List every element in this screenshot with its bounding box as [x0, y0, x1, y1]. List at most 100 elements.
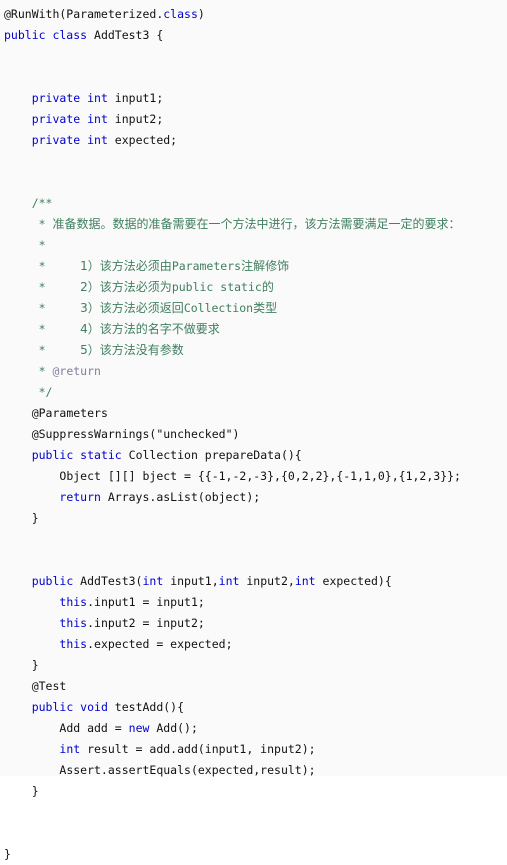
code-token-kw: private int — [31, 91, 115, 105]
code-token-comment: * — [31, 343, 81, 357]
code-token-plain: input1, — [170, 574, 219, 588]
code-token-plain: .input2 = input2; — [87, 616, 205, 630]
code-line: * 2）该方法必须为public static的 — [0, 277, 507, 298]
code-token-cjk-mono: Collection — [183, 301, 254, 315]
code-token-doctag: @return — [52, 364, 101, 378]
code-token-kw: public — [31, 574, 81, 588]
code-token-comment: * — [31, 217, 53, 231]
code-token-cjk: 3）该方法必须返回 — [80, 301, 184, 315]
code-token-cjk: 5）该方法没有参数 — [80, 343, 184, 357]
code-line: this.input2 = input2; — [0, 613, 507, 634]
code-token-kw: this — [59, 595, 88, 609]
code-line: * 4）该方法的名字不做要求 — [0, 319, 507, 340]
code-line: public static Collection prepareData(){ — [0, 445, 507, 466]
code-token-comment: /** — [31, 196, 53, 210]
code-line: * @return — [0, 361, 507, 382]
code-line: @Test — [0, 676, 507, 697]
code-line: return Arrays.asList(object); — [0, 487, 507, 508]
code-token-plain: Collection prepareData(){ — [128, 448, 302, 462]
code-token-cjk: 类型 — [253, 301, 278, 315]
code-token-anno: @Parameters — [31, 406, 108, 420]
code-line: this.expected = expected; — [0, 634, 507, 655]
code-line: private int input1; — [0, 88, 507, 109]
code-token-anno: @SuppressWarnings("unchecked") — [31, 427, 240, 441]
code-line: * — [0, 235, 507, 256]
code-line: @RunWith(Parameterized.class) — [0, 4, 507, 25]
code-line: private int expected; — [0, 130, 507, 151]
code-token-plain: expected){ — [322, 574, 392, 588]
code-token-plain: .expected = expected; — [87, 637, 233, 651]
code-line: this.input1 = input1; — [0, 592, 507, 613]
code-token-kw: private int — [31, 133, 115, 147]
code-token-plain: } — [31, 511, 39, 525]
code-token-plain: AddTest3( — [80, 574, 143, 588]
code-token-kw: int — [294, 574, 323, 588]
code-token-plain: Add(); — [156, 721, 198, 735]
code-token-plain: Assert.assertEquals(expected,result); — [59, 763, 316, 777]
code-token-plain: Add add = — [59, 721, 129, 735]
code-token-comment: * — [31, 259, 81, 273]
code-token-plain: .input1 = input1; — [87, 595, 205, 609]
code-line: * 1）该方法必须由Parameters注解修饰 — [0, 256, 507, 277]
code-token-plain: Object [][] bject = {{-1,-2,-3},{0,2,2},… — [59, 469, 461, 483]
code-line: } — [0, 655, 507, 676]
code-line: private int input2; — [0, 109, 507, 130]
code-token-kw: return — [59, 490, 108, 504]
code-token-comment: * — [31, 280, 81, 294]
code-token-kw: public class — [4, 28, 95, 42]
code-token-kw: private int — [31, 112, 115, 126]
code-line: } — [0, 508, 507, 529]
code-token-cjk: 准备数据。数据的准备需要在一个方法中进行，该方法需要满足一定的要求： — [52, 217, 461, 231]
code-token-comment: * — [31, 322, 81, 336]
code-editor-view[interactable]: @RunWith(Parameterized.class) public clas… — [0, 0, 507, 861]
code-token-kw: int — [218, 574, 247, 588]
code-token-plain: @RunWith(Parameterized. — [4, 7, 164, 21]
code-token-plain: result = add.add(input1, input2); — [87, 742, 316, 756]
code-token-anno: @Test — [31, 679, 67, 693]
code-line: * 准备数据。数据的准备需要在一个方法中进行，该方法需要满足一定的要求： — [0, 214, 507, 235]
code-token-cjk: 注解修饰 — [241, 259, 290, 273]
code-line: * 3）该方法必须返回Collection类型 — [0, 298, 507, 319]
code-token-kw: int — [142, 574, 171, 588]
code-token-kw: this — [59, 637, 88, 651]
code-token-plain: } — [31, 658, 39, 672]
code-token-comment: * — [31, 364, 53, 378]
code-token-plain: testAdd(){ — [114, 700, 185, 714]
code-line: public class AddTest3 { — [0, 25, 507, 46]
code-token-cjk-mono: public static — [171, 280, 262, 294]
code-token-kw: public void — [31, 700, 115, 714]
code-token-plain: Arrays.asList(object); — [107, 490, 261, 504]
code-line: } — [0, 781, 507, 802]
code-line: Add add = new Add(); — [0, 718, 507, 739]
code-token-cjk: 1）该方法必须由 — [80, 259, 172, 273]
